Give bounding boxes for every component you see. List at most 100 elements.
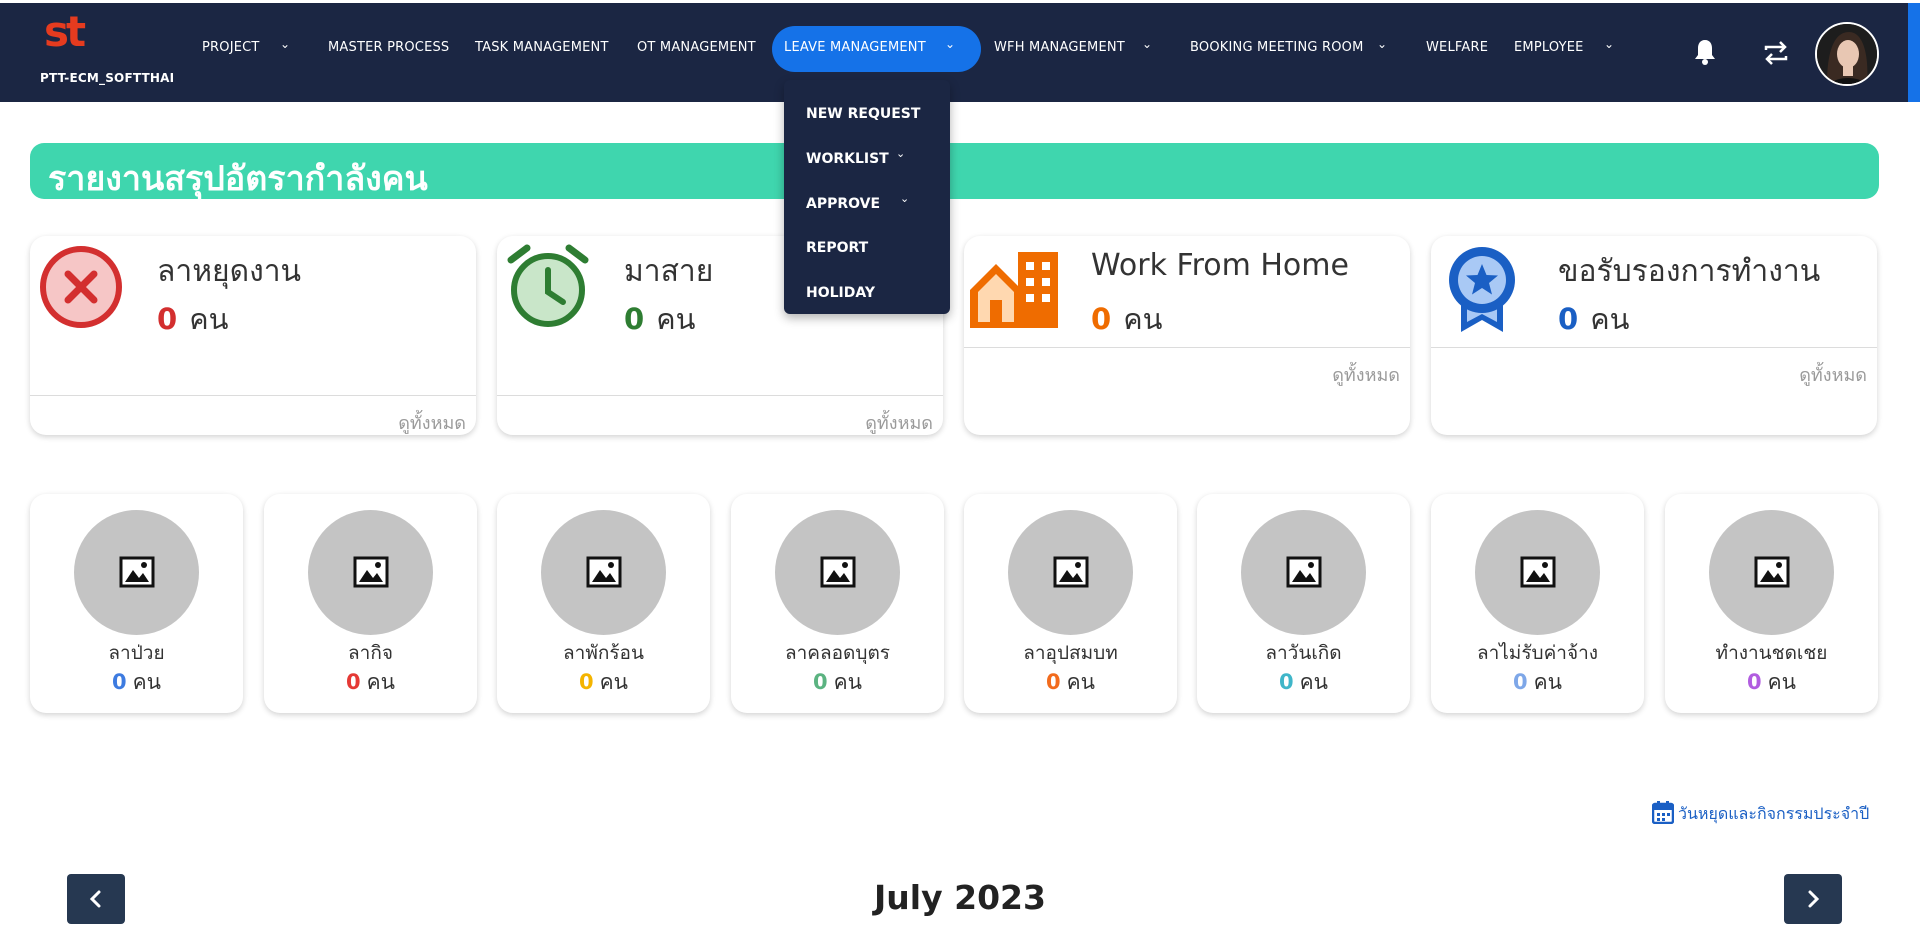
x-circle-icon [38,244,124,330]
count-unit: คน [1123,302,1163,336]
image-placeholder [541,510,666,635]
image-placeholder [1709,510,1834,635]
image-placeholder [1241,510,1366,635]
page-title: รายงานสรุปอัตรากำลังคน [48,159,428,199]
leave-type-label: ทำงานชดเชย [1715,642,1828,664]
count-unit: คน [132,670,162,694]
count-unit: คน [656,302,696,336]
leave-type-card[interactable]: ลาอุปสมบท 0 คน [964,494,1177,713]
leave-type-card[interactable]: ลาป่วย 0 คน [30,494,243,713]
leave-type-count: 0 คน [1197,666,1410,699]
leave-type-card[interactable]: ลาคลอดบุตร 0 คน [731,494,944,713]
card-count: 0 คน [624,296,695,342]
divider [30,395,476,396]
report-banner: รายงานสรุปอัตรากำลังคน [30,143,1879,199]
chevron-down-icon[interactable]: ⌄ [280,37,290,51]
menu-item-holiday[interactable]: HOLIDAY [806,285,875,301]
menu-item-new-request[interactable]: NEW REQUEST [806,106,920,122]
image-icon [1286,556,1322,588]
count-value: 0 [157,302,178,336]
menu-item-approve[interactable]: APPROVE [806,196,880,212]
view-all-link[interactable]: ดูทั้งหมด [398,408,466,437]
nav-project[interactable]: PROJECT [202,40,260,55]
leave-type-card[interactable]: ลาไม่รับค่าจ้าง 0 คน [1431,494,1644,713]
summary-card-wfh: Work From Home 0 คน ดูทั้งหมด [964,236,1410,435]
nav-wfh-management[interactable]: WFH MANAGEMENT [994,40,1125,55]
image-icon [1053,556,1089,588]
chevron-down-icon[interactable]: ⌄ [900,192,909,205]
nav-employee[interactable]: EMPLOYEE [1514,40,1584,55]
leave-type-count: 0 คน [30,666,243,699]
menu-item-worklist[interactable]: WORKLIST [806,151,889,167]
count-value: 0 [1091,302,1112,336]
count-value: 0 [812,670,828,694]
leave-type-label: ลากิจ [348,642,393,664]
image-icon [820,556,856,588]
count-unit: คน [833,670,863,694]
leave-type-count: 0 คน [497,666,710,699]
swap-icon[interactable] [1763,40,1789,70]
calendar-month-title: July 2023 [874,878,1046,917]
count-unit: คน [1299,670,1329,694]
count-unit: คน [1066,670,1096,694]
count-value: 0 [578,670,594,694]
nav-task-management[interactable]: TASK MANAGEMENT [475,40,609,55]
image-icon [1754,556,1790,588]
menu-item-report[interactable]: REPORT [806,240,868,256]
view-all-link[interactable]: ดูทั้งหมด [865,408,933,437]
count-unit: คน [1533,670,1563,694]
building-icon [968,250,1058,336]
leave-type-card[interactable]: ทำงานชดเชย 0 คน [1665,494,1878,713]
chevron-down-icon[interactable]: ⌄ [1377,37,1387,51]
count-value: 0 [1278,670,1294,694]
count-unit: คน [189,302,229,336]
calendar-prev-button[interactable] [67,874,125,924]
leave-type-label: ลาอุปสมบท [1023,642,1118,664]
holiday-calendar-link[interactable]: วันหยุดและกิจกรรมประจำปี [1652,800,1870,826]
chevron-down-icon[interactable]: ⌄ [945,37,955,51]
logo-icon[interactable]: st [44,7,110,58]
leave-type-card[interactable]: ลาวันเกิด 0 คน [1197,494,1410,713]
leave-type-count: 0 คน [964,666,1177,699]
nav-ot-management[interactable]: OT MANAGEMENT [637,40,756,55]
leave-type-card[interactable]: ลาพักร้อน 0 คน [497,494,710,713]
card-count: 0 คน [1091,296,1162,342]
nav-welfare[interactable]: WELFARE [1426,40,1488,55]
image-icon [1520,556,1556,588]
image-placeholder [74,510,199,635]
divider [964,347,1410,348]
alarm-clock-icon [505,244,591,330]
card-label: ขอรับรองการทำงาน [1558,254,1821,289]
count-value: 0 [1512,670,1528,694]
card-label: มาสาย [624,254,714,289]
holiday-link-label[interactable]: วันหยุดและกิจกรรมประจำปี [1678,802,1869,827]
count-unit: คน [1590,302,1630,336]
chevron-down-icon[interactable]: ⌄ [896,147,905,160]
chevron-down-icon[interactable]: ⌄ [1604,37,1614,51]
count-value: 0 [1558,302,1579,336]
avatar[interactable] [1815,22,1879,86]
calendar-icon [1652,801,1674,824]
svg-text:st: st [44,14,86,56]
nav-booking-meeting-room[interactable]: BOOKING MEETING ROOM [1190,40,1364,55]
leave-type-card[interactable]: ลากิจ 0 คน [264,494,477,713]
count-unit: คน [366,670,396,694]
leave-type-label: ลาป่วย [108,642,165,664]
view-all-link[interactable]: ดูทั้งหมด [1799,360,1867,389]
chevron-right-icon [1808,890,1820,908]
count-value: 0 [111,670,127,694]
count-unit: คน [599,670,629,694]
bell-icon[interactable] [1693,38,1717,70]
nav-master-process[interactable]: MASTER PROCESS [328,40,449,55]
image-placeholder [775,510,900,635]
leave-type-count: 0 คน [1431,666,1644,699]
calendar-next-button[interactable] [1784,874,1842,924]
image-icon [119,556,155,588]
view-all-link[interactable]: ดูทั้งหมด [1332,360,1400,389]
leave-type-count: 0 คน [1665,666,1878,699]
nav-leave-management[interactable]: LEAVE MANAGEMENT [784,40,926,55]
org-name: PTT-ECM_SOFTTHAI [40,71,175,85]
leave-type-label: ลาคลอดบุตร [784,642,891,664]
chevron-down-icon[interactable]: ⌄ [1142,37,1152,51]
leave-type-label: ลาวันเกิด [1265,642,1342,664]
